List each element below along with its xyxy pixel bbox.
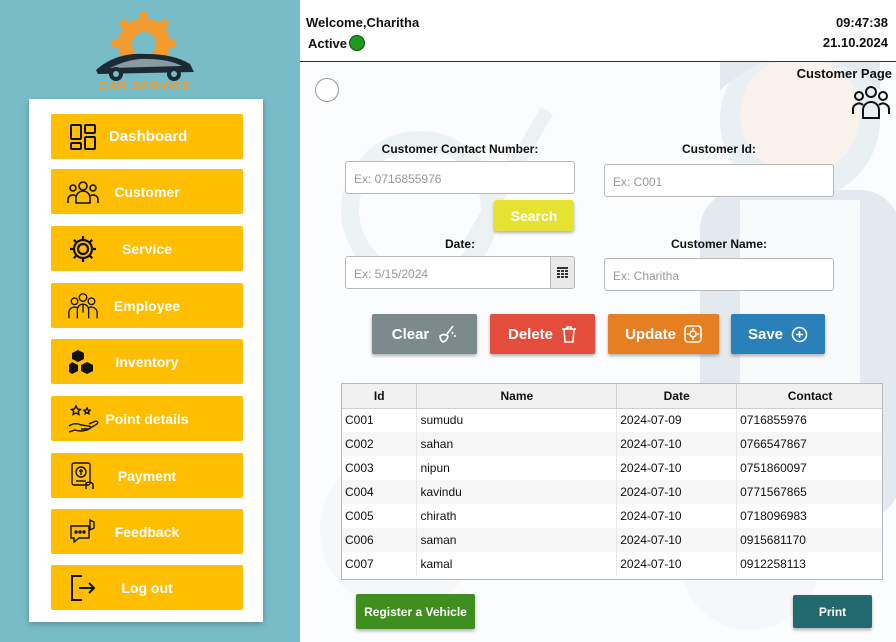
sidebar-item-label: Customer bbox=[114, 183, 180, 200]
delete-button[interactable]: Delete bbox=[490, 314, 595, 354]
update-label: Update bbox=[625, 325, 676, 343]
calendar-icon[interactable] bbox=[550, 256, 575, 289]
sidebar-item-payment[interactable]: Payment bbox=[51, 453, 243, 498]
cell-contact: 0912258113 bbox=[736, 552, 882, 576]
dashboard-icon bbox=[67, 122, 99, 152]
contact-label: Customer Contact Number: bbox=[381, 142, 539, 156]
sidebar-item-label: Log out bbox=[121, 579, 173, 596]
sidebar-item-feedback[interactable]: Feedback bbox=[51, 509, 243, 554]
cell-date: 2024-07-10 bbox=[616, 480, 738, 504]
sidebar-item-point-details[interactable]: Point details bbox=[51, 396, 243, 441]
print-button[interactable]: Print bbox=[793, 595, 872, 628]
date-label: Date: bbox=[444, 237, 475, 251]
sidebar-item-label: Payment bbox=[117, 467, 177, 484]
date-input[interactable]: Ex: 5/15/2024 bbox=[345, 256, 551, 289]
welcome-text: Welcome,Charitha bbox=[306, 15, 420, 30]
status-indicator-icon bbox=[349, 35, 365, 51]
save-label: Save bbox=[747, 325, 784, 343]
cell-date: 2024-07-09 bbox=[616, 408, 738, 432]
sidebar-item-customer[interactable]: Customer bbox=[51, 169, 243, 214]
cell-contact: 0716855976 bbox=[736, 408, 882, 432]
table-header-row: Id Name Date Contact bbox=[342, 384, 882, 409]
table-row[interactable]: C005 chirath 2024-07-10 0718096983 bbox=[342, 504, 882, 528]
sidebar-item-employee[interactable]: Employee bbox=[51, 283, 243, 328]
search-button[interactable]: Search bbox=[494, 200, 574, 231]
cell-name: chirath bbox=[416, 504, 618, 528]
plus-circle-icon bbox=[791, 326, 808, 342]
table-row[interactable]: C002 sahan 2024-07-10 0766547867 bbox=[342, 432, 882, 456]
column-header-id[interactable]: Id bbox=[342, 384, 418, 409]
cell-date: 2024-07-10 bbox=[616, 432, 738, 456]
sidebar: CAR SERVICE Dashboard Customer Service E… bbox=[0, 0, 300, 642]
settings-refresh-icon bbox=[684, 325, 702, 343]
sidebar-item-label: Feedback bbox=[114, 523, 180, 540]
cell-name: kavindu bbox=[416, 480, 618, 504]
column-header-date[interactable]: Date bbox=[616, 384, 738, 409]
cell-contact: 0766547867 bbox=[736, 432, 882, 456]
customers-icon bbox=[852, 86, 890, 119]
sidebar-item-logout[interactable]: Log out bbox=[51, 565, 243, 610]
status-label: Active bbox=[308, 36, 348, 51]
sidebar-item-service[interactable]: Service bbox=[51, 226, 243, 271]
update-button[interactable]: Update bbox=[608, 314, 719, 354]
main-panel: Welcome,Charitha Active 09:47:38 21.10.2… bbox=[300, 0, 896, 642]
column-header-contact[interactable]: Contact bbox=[736, 384, 882, 409]
logo-text: CAR SERVICE bbox=[98, 79, 192, 93]
cell-name: sahan bbox=[416, 432, 618, 456]
register-vehicle-button[interactable]: Register a Vehicle bbox=[356, 594, 475, 629]
sidebar-item-label: Inventory bbox=[115, 353, 179, 370]
cell-id: C002 bbox=[342, 432, 418, 456]
column-header-name[interactable]: Name bbox=[416, 384, 618, 409]
delete-label: Delete bbox=[507, 325, 554, 343]
table-row[interactable]: C004 kavindu 2024-07-10 0771567865 bbox=[342, 480, 882, 504]
cell-contact: 0751860097 bbox=[736, 456, 882, 480]
cell-name: sumudu bbox=[416, 408, 618, 432]
contact-number-input[interactable]: Ex: 0716855976 bbox=[345, 161, 575, 194]
menu-card: Dashboard Customer Service Employee Inve… bbox=[29, 99, 263, 622]
cell-date: 2024-07-10 bbox=[616, 504, 738, 528]
table-row[interactable]: C003 nipun 2024-07-10 0751860097 bbox=[342, 456, 882, 480]
cell-date: 2024-07-10 bbox=[616, 552, 738, 576]
page-title: Customer Page bbox=[796, 66, 892, 81]
broom-icon bbox=[439, 325, 457, 343]
top-bar: Welcome,Charitha Active 09:47:38 21.10.2… bbox=[300, 0, 896, 62]
cell-contact: 0718096983 bbox=[736, 504, 882, 528]
cell-date: 2024-07-10 bbox=[616, 528, 738, 552]
table-row[interactable]: C006 saman 2024-07-10 0915681170 bbox=[342, 528, 882, 552]
cell-id: C006 bbox=[342, 528, 418, 552]
cell-name: nipun bbox=[416, 456, 618, 480]
clock-date: 21.10.2024 bbox=[822, 35, 888, 50]
customer-name-label: Customer Name: bbox=[670, 237, 768, 251]
cell-id: C001 bbox=[342, 408, 418, 432]
table-row[interactable]: C007 kamal 2024-07-10 0912258113 bbox=[342, 552, 882, 576]
sidebar-item-dashboard[interactable]: Dashboard bbox=[51, 114, 243, 159]
customer-id-input[interactable]: Ex: C001 bbox=[604, 164, 834, 197]
cell-id: C003 bbox=[342, 456, 418, 480]
sidebar-item-inventory[interactable]: Inventory bbox=[51, 339, 243, 384]
cell-name: kamal bbox=[416, 552, 618, 576]
save-button[interactable]: Save bbox=[731, 314, 825, 354]
customer-table[interactable]: Id Name Date Contact C001 sumudu 2024-07-0… bbox=[341, 383, 883, 580]
sidebar-item-label: Dashboard bbox=[109, 128, 188, 145]
cell-id: C004 bbox=[342, 480, 418, 504]
cell-id: C007 bbox=[342, 552, 418, 576]
sidebar-item-label: Service bbox=[122, 240, 172, 257]
radio-toggle[interactable] bbox=[315, 78, 339, 102]
cell-name: saman bbox=[416, 528, 618, 552]
clear-label: Clear bbox=[391, 325, 430, 343]
cell-contact: 0915681170 bbox=[736, 528, 882, 552]
sidebar-item-label: Point details bbox=[105, 410, 189, 427]
customer-id-label: Customer Id: bbox=[681, 142, 756, 156]
clock-time: 09:47:38 bbox=[835, 15, 888, 30]
trash-icon bbox=[562, 326, 577, 343]
clear-button[interactable]: Clear bbox=[372, 314, 477, 354]
cell-date: 2024-07-10 bbox=[616, 456, 738, 480]
customer-name-input[interactable]: Ex: Charitha bbox=[604, 258, 834, 291]
cell-id: C005 bbox=[342, 504, 418, 528]
sidebar-item-label: Employee bbox=[113, 297, 181, 314]
cell-contact: 0771567865 bbox=[736, 480, 882, 504]
table-row[interactable]: C001 sumudu 2024-07-09 0716855976 bbox=[342, 408, 882, 432]
